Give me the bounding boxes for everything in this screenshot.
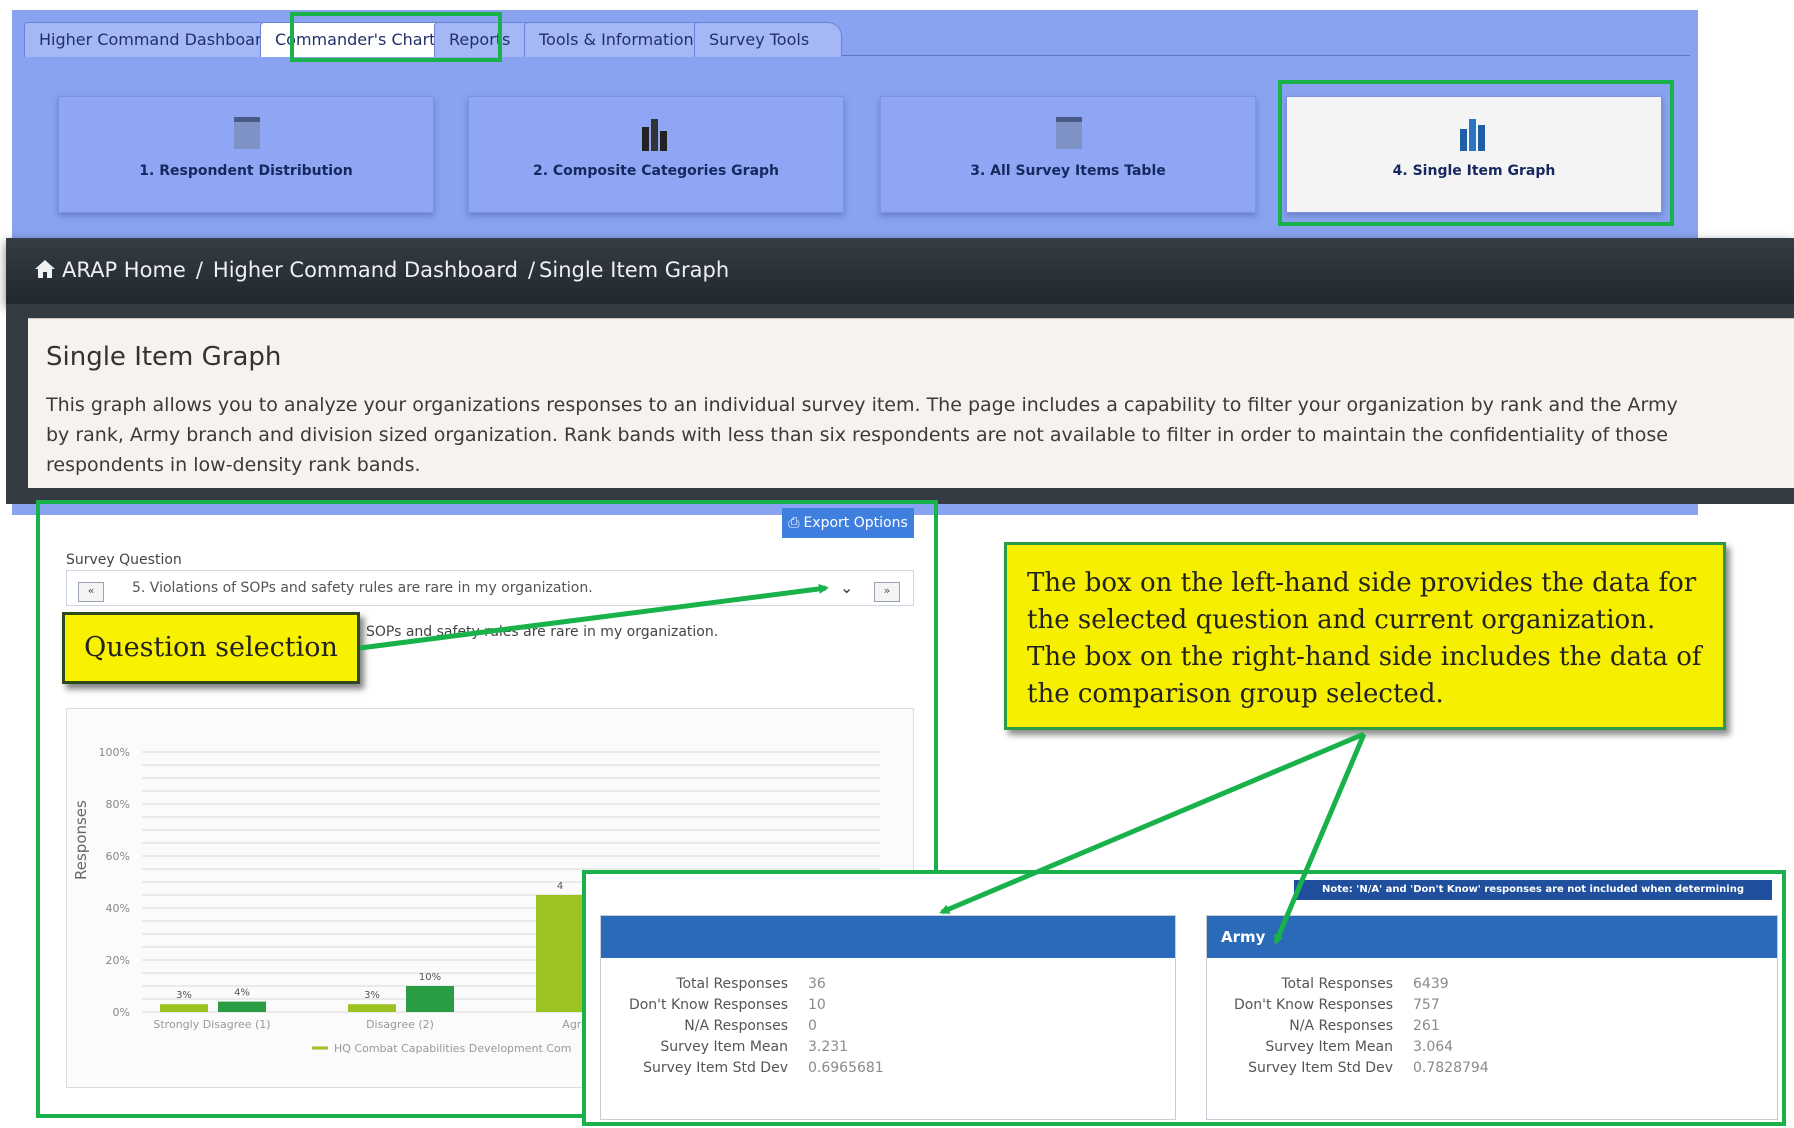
arrow-to-question-select	[359, 583, 829, 651]
annotation-arrows	[359, 583, 1367, 945]
